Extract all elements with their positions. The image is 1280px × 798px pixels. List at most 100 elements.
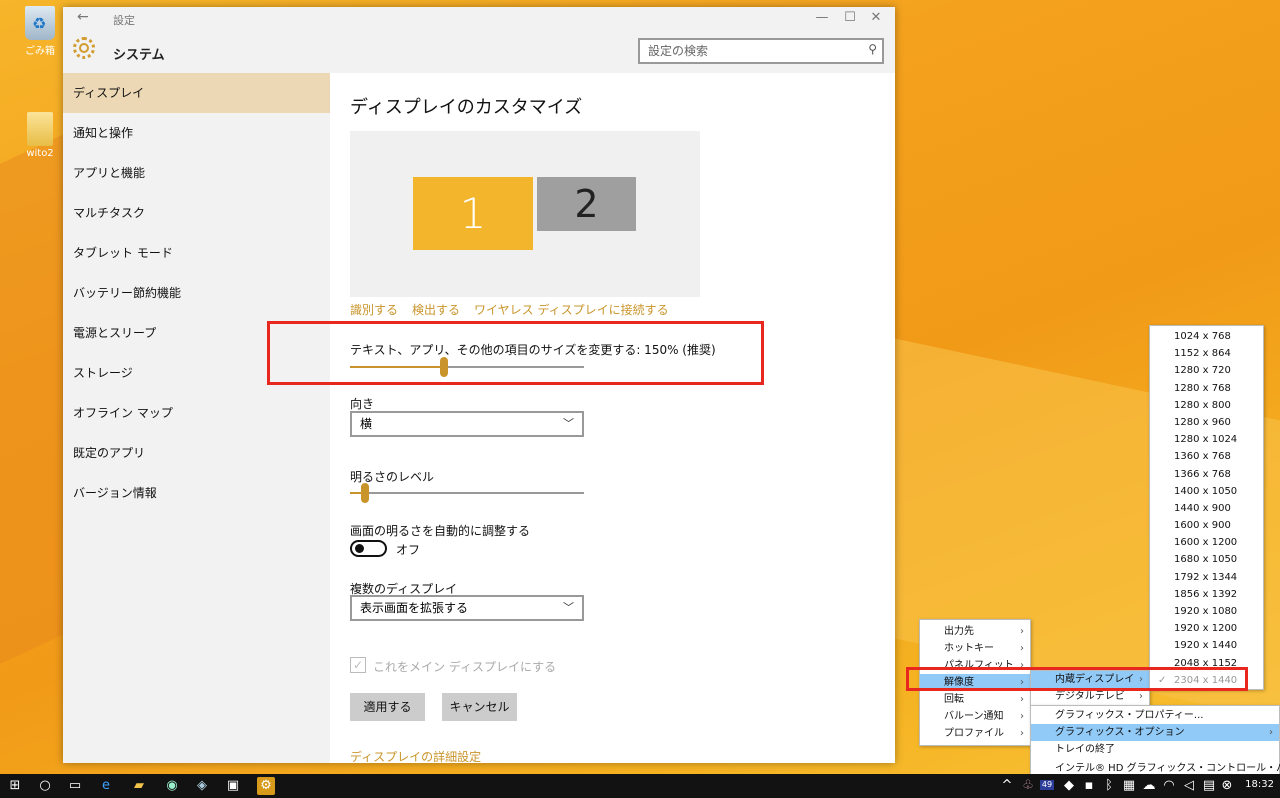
resolution-option[interactable]: 1920 x 1440 [1150, 637, 1263, 654]
app-icon[interactable]: ◈ [193, 777, 211, 795]
search-input[interactable] [640, 40, 850, 62]
sidebar-item-default-apps[interactable]: 既定のアプリ [63, 433, 330, 473]
resolution-option[interactable]: 1920 x 1080 [1150, 603, 1263, 620]
resolution-option-label: 1024 x 768 [1174, 331, 1231, 342]
sidebar: ディスプレイ 通知と操作 アプリと機能 マルチタスク タブレット モード バッテ… [63, 73, 330, 763]
menu-item-profile[interactable]: プロファイル › [920, 725, 1030, 742]
resolution-option-label: 1600 x 1200 [1174, 537, 1238, 549]
resolution-option[interactable]: 1024 x 768 [1150, 328, 1263, 345]
monitor-2[interactable]: 2 [537, 177, 636, 231]
main-display-checkbox[interactable]: ✓ [350, 657, 366, 673]
detect-link[interactable]: 検出する [412, 303, 460, 317]
resolution-option[interactable]: 1280 x 1024 [1150, 431, 1263, 448]
resolution-option[interactable]: 1360 x 768 [1150, 448, 1263, 465]
menu-item-graphics-options[interactable]: グラフィックス・オプション › [1031, 724, 1279, 741]
menu-item-output[interactable]: 出力先 › [920, 623, 1030, 640]
tray-app-icon[interactable]: ▪ [1080, 777, 1098, 795]
resolution-option[interactable]: 1600 x 900 [1150, 517, 1263, 534]
search-icon[interactable]: ○ [36, 777, 54, 795]
sidebar-item-notifications[interactable]: 通知と操作 [63, 113, 330, 153]
desktop-icon-recycle-bin[interactable]: ごみ箱 [10, 6, 70, 57]
identify-link[interactable]: 識別する [350, 303, 398, 317]
close-button[interactable]: ✕ [861, 10, 891, 25]
resolution-option[interactable]: 1920 x 1200 [1150, 620, 1263, 637]
store-icon[interactable]: ▣ [224, 777, 242, 795]
resolution-option[interactable]: 1680 x 1050 [1150, 551, 1263, 568]
monitor-1[interactable]: 1 [413, 177, 533, 250]
resolution-option[interactable]: 1280 x 720 [1150, 362, 1263, 379]
resolution-option[interactable]: 1400 x 1050 [1150, 483, 1263, 500]
orientation-dropdown[interactable]: 横 ﹀ [350, 411, 584, 437]
app-icon[interactable]: ◉ [163, 777, 181, 795]
sidebar-item-multitask[interactable]: マルチタスク [63, 193, 330, 233]
auto-brightness-toggle[interactable] [350, 540, 387, 557]
start-button-icon[interactable]: ⊞ [6, 777, 24, 795]
resolution-option-label: 1920 x 1200 [1174, 623, 1238, 635]
sidebar-item-battery-saver[interactable]: バッテリー節約機能 [63, 273, 330, 313]
task-view-icon[interactable]: ▭ [66, 777, 84, 795]
sidebar-item-about[interactable]: バージョン情報 [63, 473, 330, 513]
advanced-display-settings-link[interactable]: ディスプレイの詳細設定 [350, 748, 481, 765]
search-box[interactable]: ⚲ [638, 38, 884, 64]
resolution-option[interactable]: 1856 x 1392 [1150, 586, 1263, 603]
sidebar-item-apps[interactable]: アプリと機能 [63, 153, 330, 193]
resolution-option[interactable]: 1792 x 1344 [1150, 569, 1263, 586]
tray-app-icon[interactable]: ♧ [1019, 777, 1037, 795]
desktop-icon-label: ごみ箱 [25, 46, 55, 57]
resolution-option-label: 1366 x 768 [1174, 468, 1231, 480]
brightness-slider[interactable] [350, 483, 584, 503]
chevron-right-icon: › [1020, 728, 1024, 739]
resolution-option-label: 1400 x 1050 [1174, 485, 1238, 497]
resolution-option[interactable]: 1280 x 768 [1150, 380, 1263, 397]
brightness-slider-thumb[interactable] [361, 483, 369, 503]
desktop-icon-folder[interactable]: wito2 [10, 112, 70, 159]
intel-graphics-icon[interactable]: ▦ [1120, 777, 1138, 795]
sidebar-item-offline-maps[interactable]: オフライン マップ [63, 393, 330, 433]
wifi-icon[interactable]: ◠ [1160, 777, 1178, 795]
minimize-button[interactable]: — [807, 10, 837, 25]
sidebar-item-display[interactable]: ディスプレイ [63, 73, 330, 113]
file-explorer-icon[interactable]: ▰ [130, 777, 148, 795]
menu-item-graphics-properties[interactable]: グラフィックス・プロパティー... [1031, 707, 1279, 724]
resolution-option[interactable]: 1440 x 900 [1150, 500, 1263, 517]
settings-window: ← 設定 — ☐ ✕ システム ⚲ ディスプレイ 通知と操作 アプリと機能 マル… [63, 7, 895, 765]
back-arrow-icon[interactable]: ← [77, 9, 89, 25]
resolution-option-label: 1280 x 720 [1174, 365, 1231, 377]
resolution-option[interactable]: 1152 x 864 [1150, 345, 1263, 362]
tray-badge[interactable]: 49 [1040, 780, 1054, 790]
close-circle-icon[interactable]: ⊗ [1218, 777, 1236, 795]
cancel-button[interactable]: キャンセル [442, 693, 517, 721]
chevron-right-icon: › [1020, 643, 1024, 654]
resolution-option[interactable]: 1366 x 768 [1150, 466, 1263, 483]
chevron-right-icon: › [1020, 694, 1024, 705]
chevron-up-icon[interactable]: ^ [998, 777, 1016, 795]
menu-item-exit-tray[interactable]: トレイの終了 [1031, 741, 1279, 758]
resolution-list: 1024 x 768 1152 x 864 1280 x 720 1280 x 768… [1150, 328, 1263, 689]
search-icon[interactable]: ⚲ [868, 42, 877, 56]
resolution-option[interactable]: 1280 x 800 [1150, 397, 1263, 414]
volume-icon[interactable]: ◁ [1180, 777, 1198, 795]
taskbar-clock[interactable]: 18:32 [1245, 779, 1274, 790]
menu-item-rotation[interactable]: 回転 › [920, 691, 1030, 708]
menu-item-balloon[interactable]: バルーン通知 › [920, 708, 1030, 725]
onedrive-icon[interactable]: ☁ [1140, 777, 1158, 795]
settings-app-icon[interactable]: ⚙ [257, 777, 275, 795]
resolution-list-menu: 1024 x 768 1152 x 864 1280 x 720 1280 x 768… [1149, 325, 1264, 690]
bluetooth-icon[interactable]: ᛒ [1100, 777, 1118, 795]
recycle-bin-icon [25, 6, 55, 40]
menu-item-hotkeys[interactable]: ホットキー › [920, 640, 1030, 657]
resolution-option-label: 1440 x 900 [1174, 502, 1231, 514]
apply-button[interactable]: 適用する [350, 693, 425, 721]
tray-app-icon[interactable]: ◆ [1060, 777, 1078, 795]
resolution-option[interactable]: 1600 x 1200 [1150, 534, 1263, 551]
auto-brightness-label: 画面の明るさを自動的に調整する [350, 524, 531, 538]
resolution-option-label: 1280 x 768 [1174, 382, 1231, 394]
wireless-display-link[interactable]: ワイヤレス ディスプレイに接続する [474, 303, 669, 317]
multi-display-dropdown[interactable]: 表示画面を拡張する ﹀ [350, 595, 584, 621]
window-title: 設定 [113, 14, 135, 27]
edge-browser-icon[interactable]: e [97, 777, 115, 795]
desktop-icon-label: wito2 [26, 148, 54, 159]
action-center-icon[interactable]: ▤ [1200, 777, 1218, 795]
sidebar-item-tablet-mode[interactable]: タブレット モード [63, 233, 330, 273]
resolution-option[interactable]: 1280 x 960 [1150, 414, 1263, 431]
